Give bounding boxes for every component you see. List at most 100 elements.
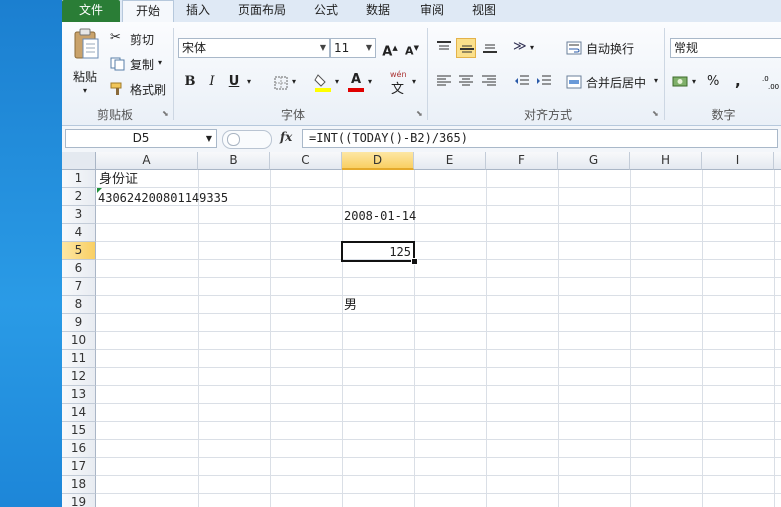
row-header-19[interactable]: 19 <box>62 494 96 507</box>
column-header-g[interactable]: G <box>558 152 630 170</box>
row-header-15[interactable]: 15 <box>62 422 96 440</box>
column-header-d[interactable]: D <box>342 152 414 170</box>
copy-button[interactable]: 复制 ▾ <box>110 55 170 73</box>
font-size-combo[interactable]: 11 ▼ <box>330 38 376 58</box>
tab-insert[interactable]: 插入 <box>176 0 220 22</box>
cell-a1[interactable]: 身份证 <box>99 171 138 189</box>
phonetic-button[interactable]: wén 文 <box>388 70 412 97</box>
tab-data[interactable]: 数据 <box>358 0 398 22</box>
border-icon[interactable] <box>274 76 288 90</box>
tab-file[interactable]: 文件 <box>62 0 120 22</box>
column-header-b[interactable]: B <box>198 152 270 170</box>
svg-text:.0: .0 <box>762 75 769 83</box>
tab-page-layout[interactable]: 页面布局 <box>228 0 296 22</box>
bold-button[interactable]: B <box>180 72 200 92</box>
formula-input[interactable]: =INT((TODAY()-B2)/365) <box>302 129 778 148</box>
align-top-icon[interactable] <box>436 41 452 53</box>
cut-button[interactable]: ✂ 剪切 <box>110 30 170 48</box>
orientation-icon[interactable]: ≫ <box>513 39 527 54</box>
grid-line <box>96 421 781 422</box>
column-header-c[interactable]: C <box>270 152 342 170</box>
chevron-down-icon[interactable]: ▾ <box>692 77 696 86</box>
row-header-17[interactable]: 17 <box>62 458 96 476</box>
row-header-1[interactable]: 1 <box>62 170 96 188</box>
chevron-down-icon[interactable]: ▾ <box>335 77 339 86</box>
column-header-f[interactable]: F <box>486 152 558 170</box>
increase-indent-icon[interactable] <box>536 74 552 88</box>
column-header-e[interactable]: E <box>414 152 486 170</box>
row-header-11[interactable]: 11 <box>62 350 96 368</box>
row-header-14[interactable]: 14 <box>62 404 96 422</box>
copy-icon <box>110 57 125 71</box>
ribbon-tabs: 文件 开始 插入 页面布局 公式 数据 审阅 视图 <box>62 0 781 24</box>
chevron-down-icon[interactable]: ▾ <box>368 77 372 86</box>
wrap-text-button[interactable]: 自动换行 <box>566 38 650 58</box>
row-header-5[interactable]: 5 <box>62 242 96 260</box>
grid-line <box>96 367 781 368</box>
formula-bar-splitter[interactable] <box>222 130 272 149</box>
active-cell-border <box>341 241 415 262</box>
dialog-launcher-icon[interactable]: ⬊ <box>162 109 169 118</box>
font-name-combo[interactable]: 宋体 ▼ <box>178 38 330 58</box>
row-header-10[interactable]: 10 <box>62 332 96 350</box>
alignment-group-label: 对齐方式 <box>523 108 572 122</box>
chevron-down-icon[interactable]: ▾ <box>412 77 416 86</box>
number-format-combo[interactable]: 常规 <box>670 38 781 58</box>
dialog-launcher-icon[interactable]: ⬊ <box>652 109 659 118</box>
row-header-2[interactable]: 2 <box>62 188 96 206</box>
group-divider <box>664 28 665 120</box>
paste-icon <box>74 28 99 59</box>
merge-center-button[interactable]: 合并后居中 ▾ <box>566 72 666 92</box>
increase-decimal-icon[interactable]: .0.00 <box>762 74 781 90</box>
column-header-h[interactable]: H <box>630 152 702 170</box>
row-header-16[interactable]: 16 <box>62 440 96 458</box>
row-header-18[interactable]: 18 <box>62 476 96 494</box>
paste-button[interactable]: 粘贴 ▾ <box>68 26 104 98</box>
row-header-6[interactable]: 6 <box>62 260 96 278</box>
tab-review[interactable]: 审阅 <box>412 0 452 22</box>
row-header-7[interactable]: 7 <box>62 278 96 296</box>
font-color-button[interactable]: A <box>346 70 366 92</box>
cell-d3[interactable]: 2008-01-14 <box>344 207 416 225</box>
row-header-8[interactable]: 8 <box>62 296 96 314</box>
tab-view[interactable]: 视图 <box>464 0 504 22</box>
fill-color-icon[interactable] <box>314 72 332 92</box>
align-left-icon[interactable] <box>436 74 452 88</box>
cell-a2[interactable]: 430624200801149335 <box>98 189 228 207</box>
insert-function-icon[interactable]: fx <box>280 130 292 144</box>
shrink-font-button[interactable]: A▼ <box>402 38 422 58</box>
worksheet-grid: A B C D E F G H I 1 2 3 4 5 6 7 8 9 10 11 12 13 14 15 1… <box>62 152 781 507</box>
align-middle-button[interactable] <box>456 38 476 58</box>
chevron-down-icon: ▼ <box>205 134 212 143</box>
align-center-icon[interactable] <box>458 74 474 88</box>
name-box[interactable]: D5 ▼ <box>65 129 217 148</box>
row-header-4[interactable]: 4 <box>62 224 96 242</box>
comma-button[interactable]: , <box>735 72 741 90</box>
shrink-font-icon: A <box>405 44 414 58</box>
row-header-3[interactable]: 3 <box>62 206 96 224</box>
chevron-down-icon[interactable]: ▾ <box>530 43 534 52</box>
row-header-9[interactable]: 9 <box>62 314 96 332</box>
row-header-12[interactable]: 12 <box>62 368 96 386</box>
chevron-down-icon[interactable]: ▾ <box>292 77 296 86</box>
percent-button[interactable]: % <box>707 74 719 89</box>
underline-button[interactable]: U <box>224 72 244 92</box>
column-header-i[interactable]: I <box>702 152 774 170</box>
row-header-13[interactable]: 13 <box>62 386 96 404</box>
dialog-launcher-icon[interactable]: ⬊ <box>416 109 423 118</box>
grid-line <box>96 439 781 440</box>
format-painter-button[interactable]: 格式刷 <box>110 80 170 98</box>
chevron-down-icon[interactable]: ▾ <box>247 77 251 86</box>
select-all-corner[interactable] <box>62 152 96 170</box>
tab-home[interactable]: 开始 <box>122 0 174 24</box>
align-bottom-icon[interactable] <box>482 41 498 53</box>
decrease-indent-icon[interactable] <box>514 74 530 88</box>
align-right-icon[interactable] <box>481 74 497 88</box>
italic-button[interactable]: I <box>202 72 222 92</box>
currency-icon[interactable] <box>672 74 690 90</box>
tab-formulas[interactable]: 公式 <box>306 0 346 22</box>
column-header-a[interactable]: A <box>96 152 198 170</box>
grow-font-button[interactable]: A▲ <box>380 38 400 59</box>
cell-d8[interactable]: 男 <box>344 297 357 315</box>
fill-handle[interactable] <box>411 258 418 265</box>
